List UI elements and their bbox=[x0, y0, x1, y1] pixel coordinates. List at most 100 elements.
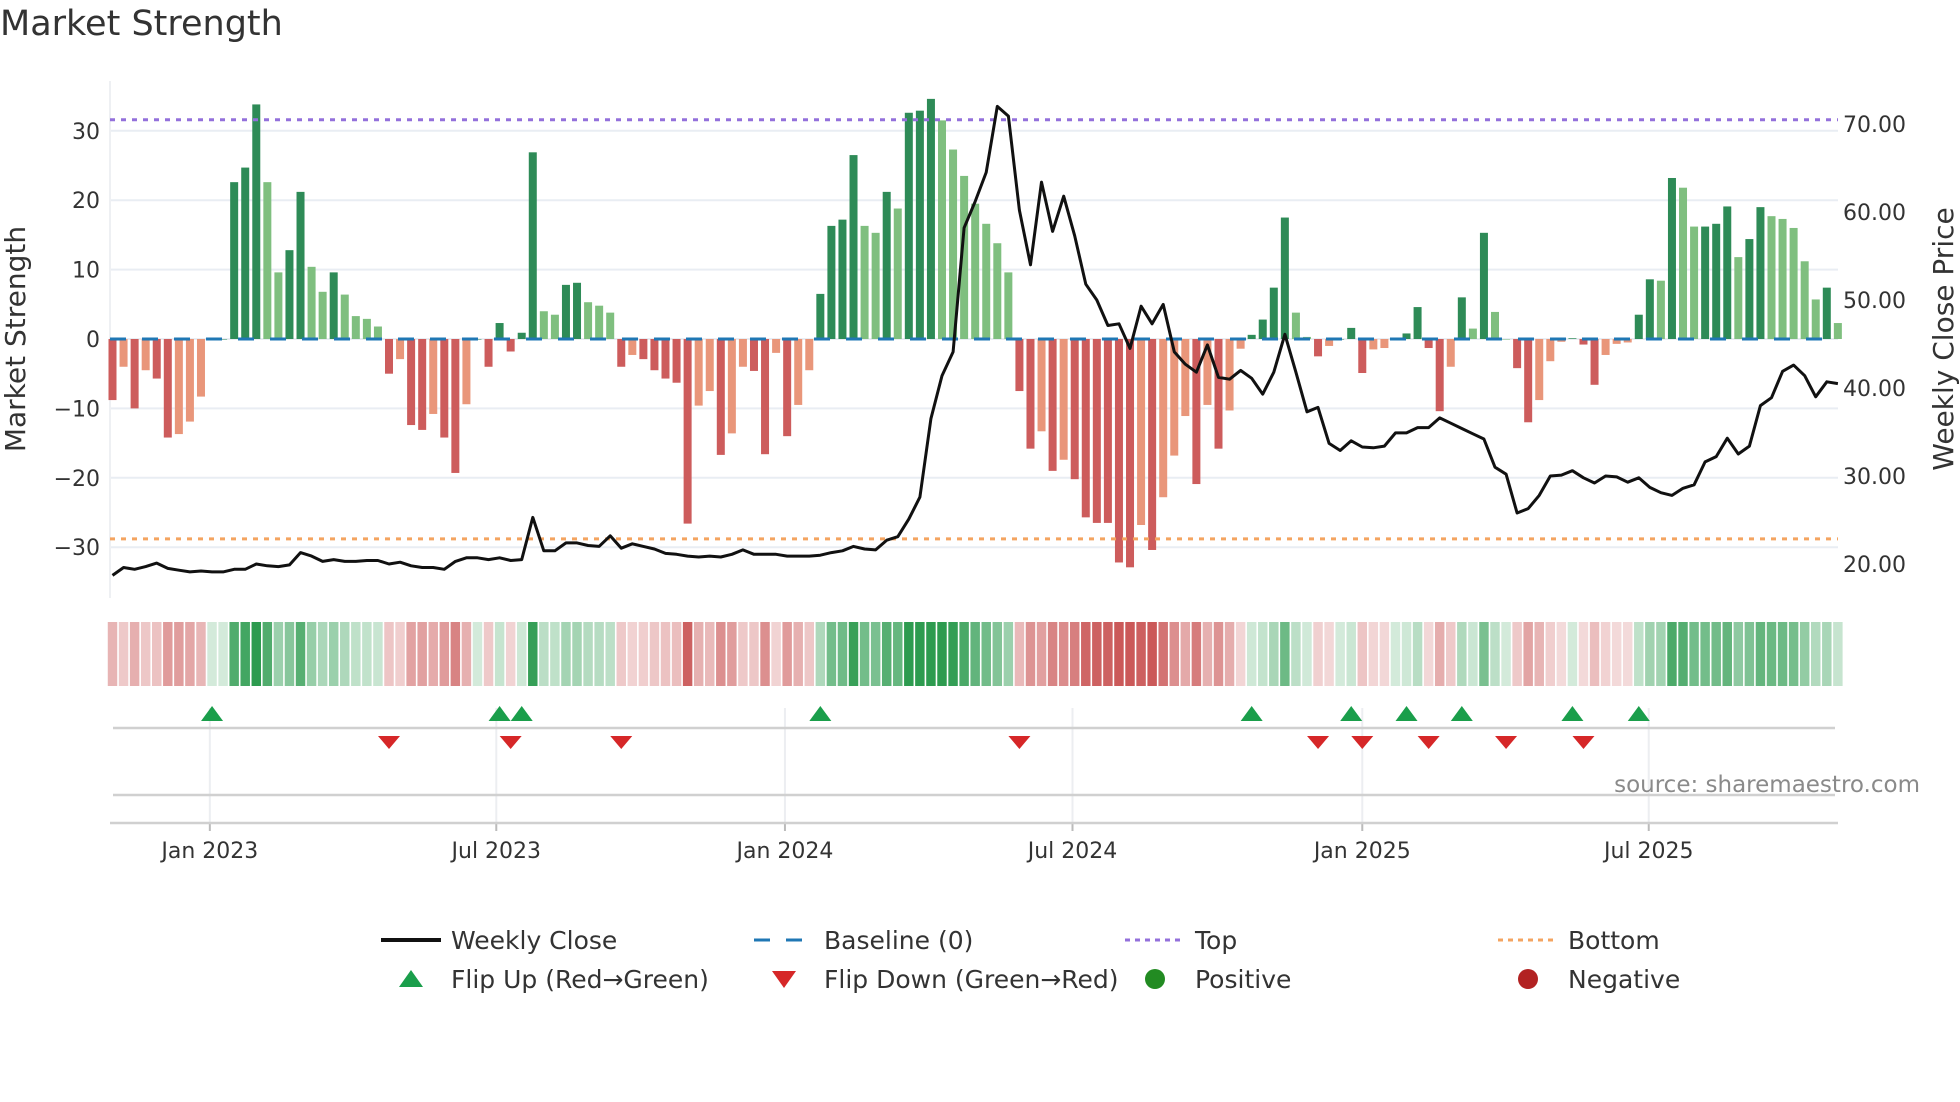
x-tick-label: Jan 2023 bbox=[159, 839, 258, 864]
flip-up-marker bbox=[1450, 706, 1473, 721]
y2-tick-label: 30.00 bbox=[1843, 465, 1906, 490]
heat-strip-cell bbox=[1512, 622, 1522, 686]
heat-strip-cell bbox=[1446, 622, 1456, 686]
strength-bar bbox=[1756, 207, 1765, 339]
strength-bar bbox=[1358, 339, 1367, 374]
y2-tick-label: 40.00 bbox=[1843, 377, 1906, 402]
heat-strip-cell bbox=[461, 622, 472, 686]
heat-strip-cell bbox=[406, 622, 416, 686]
heat-strip-cell bbox=[671, 622, 682, 686]
heat-strip-cell bbox=[738, 622, 748, 686]
legend-label: Negative bbox=[1568, 965, 1680, 994]
heat-strip-cell bbox=[881, 622, 892, 686]
heat-strip-cell bbox=[163, 622, 173, 686]
strength-bar bbox=[1435, 339, 1444, 412]
heat-strip-cell bbox=[583, 622, 593, 686]
strength-bar bbox=[1767, 216, 1776, 339]
strength-bar bbox=[1148, 339, 1157, 550]
flip-down-marker bbox=[1495, 736, 1518, 749]
legend-label: Top bbox=[1194, 926, 1237, 955]
y-tick-label: 10 bbox=[72, 259, 100, 284]
legend-item-baseline-0: Baseline (0) bbox=[754, 926, 973, 955]
flip-up-marker bbox=[488, 706, 511, 721]
heat-strip-cell bbox=[1069, 622, 1080, 686]
strength-bar bbox=[451, 339, 460, 473]
heat-strip-cell bbox=[804, 622, 815, 686]
heat-strip-cell bbox=[859, 622, 870, 686]
strength-bar bbox=[639, 339, 648, 360]
heat-strip-cell bbox=[915, 622, 925, 686]
strength-bar bbox=[915, 110, 924, 339]
strength-bar bbox=[1137, 339, 1146, 525]
heat-strip-cell bbox=[594, 622, 604, 686]
heat-strip-cell bbox=[1047, 622, 1058, 686]
strength-bar bbox=[816, 293, 825, 339]
strength-bar bbox=[783, 339, 792, 437]
heat-strip-cell bbox=[1611, 622, 1622, 686]
y-tick-label: 0 bbox=[86, 328, 100, 353]
heat-strip-cell bbox=[981, 622, 991, 686]
heat-strip-cell bbox=[483, 622, 494, 686]
heat-strip-cell bbox=[1058, 622, 1069, 686]
heat-strip-cell bbox=[1081, 622, 1091, 686]
strength-bar bbox=[307, 266, 316, 339]
strength-bar bbox=[827, 225, 836, 339]
heat-strip-cell bbox=[660, 622, 671, 686]
strength-bar bbox=[595, 305, 604, 339]
heat-strip-cell bbox=[1766, 622, 1777, 686]
strength-bar bbox=[1712, 223, 1721, 339]
heat-strip-cell bbox=[185, 622, 195, 686]
legend-item-weekly-close: Weekly Close bbox=[381, 926, 617, 955]
strength-bar bbox=[1070, 339, 1079, 480]
strength-bar bbox=[1114, 339, 1123, 563]
strength-bar bbox=[1690, 226, 1699, 339]
strength-bar bbox=[1059, 339, 1068, 460]
x-tick-label: Jul 2023 bbox=[450, 839, 542, 864]
heat-strip-cell bbox=[1667, 622, 1677, 686]
strength-bar bbox=[1479, 232, 1488, 339]
strength-bar bbox=[617, 339, 626, 367]
strength-bar bbox=[926, 98, 935, 339]
heat-strip-cell bbox=[616, 622, 626, 686]
strength-bar bbox=[761, 339, 770, 455]
strength-bar bbox=[1800, 261, 1809, 339]
strength-bar bbox=[1280, 217, 1289, 339]
heat-strip-cell bbox=[1457, 622, 1467, 686]
flip-up-marker bbox=[1395, 706, 1418, 721]
heat-strip-cell bbox=[826, 622, 837, 686]
heat-strip-cell bbox=[682, 622, 693, 686]
heat-strip-cell bbox=[760, 622, 770, 686]
strength-bar bbox=[1081, 339, 1090, 518]
heat-strip-cell bbox=[174, 622, 184, 686]
strength-bar bbox=[705, 339, 714, 392]
heat-strip-cell bbox=[1147, 622, 1157, 686]
heat-strip-cell bbox=[450, 622, 461, 686]
legend-item-flip-down-green-red: Flip Down (Green→Red) bbox=[772, 965, 1119, 994]
heat-strip-cell bbox=[693, 622, 704, 686]
flip-down-marker bbox=[378, 736, 400, 749]
strength-bar bbox=[849, 155, 858, 339]
strength-bar bbox=[440, 339, 449, 438]
strength-bar bbox=[429, 339, 438, 414]
heat-strip-cell bbox=[439, 622, 450, 686]
strength-bar bbox=[1679, 187, 1688, 339]
legend-label: Flip Up (Red→Green) bbox=[451, 965, 709, 994]
heat-strip-cell bbox=[1202, 622, 1213, 686]
strength-bar bbox=[1181, 339, 1190, 417]
heat-strip-cell bbox=[229, 622, 239, 686]
heat-strip-cell bbox=[1722, 622, 1732, 686]
flip-down-marker bbox=[1351, 736, 1374, 749]
strength-bar bbox=[1258, 319, 1267, 339]
strength-bar bbox=[794, 339, 803, 405]
strength-bar bbox=[1291, 312, 1300, 339]
strength-bar bbox=[362, 318, 371, 339]
heat-strip-cell bbox=[262, 622, 273, 686]
heat-strip-cell bbox=[1468, 622, 1478, 686]
source-label: source: sharemaestro.com bbox=[1614, 772, 1920, 798]
y2-axis-title: Weekly Close Price bbox=[1927, 207, 1960, 470]
weekly-close-line bbox=[111, 104, 1839, 577]
heat-strip-cell bbox=[1822, 622, 1832, 686]
strength-bar bbox=[373, 326, 382, 339]
strength-bar bbox=[993, 243, 1002, 339]
heat-strip-cell bbox=[1313, 622, 1323, 686]
